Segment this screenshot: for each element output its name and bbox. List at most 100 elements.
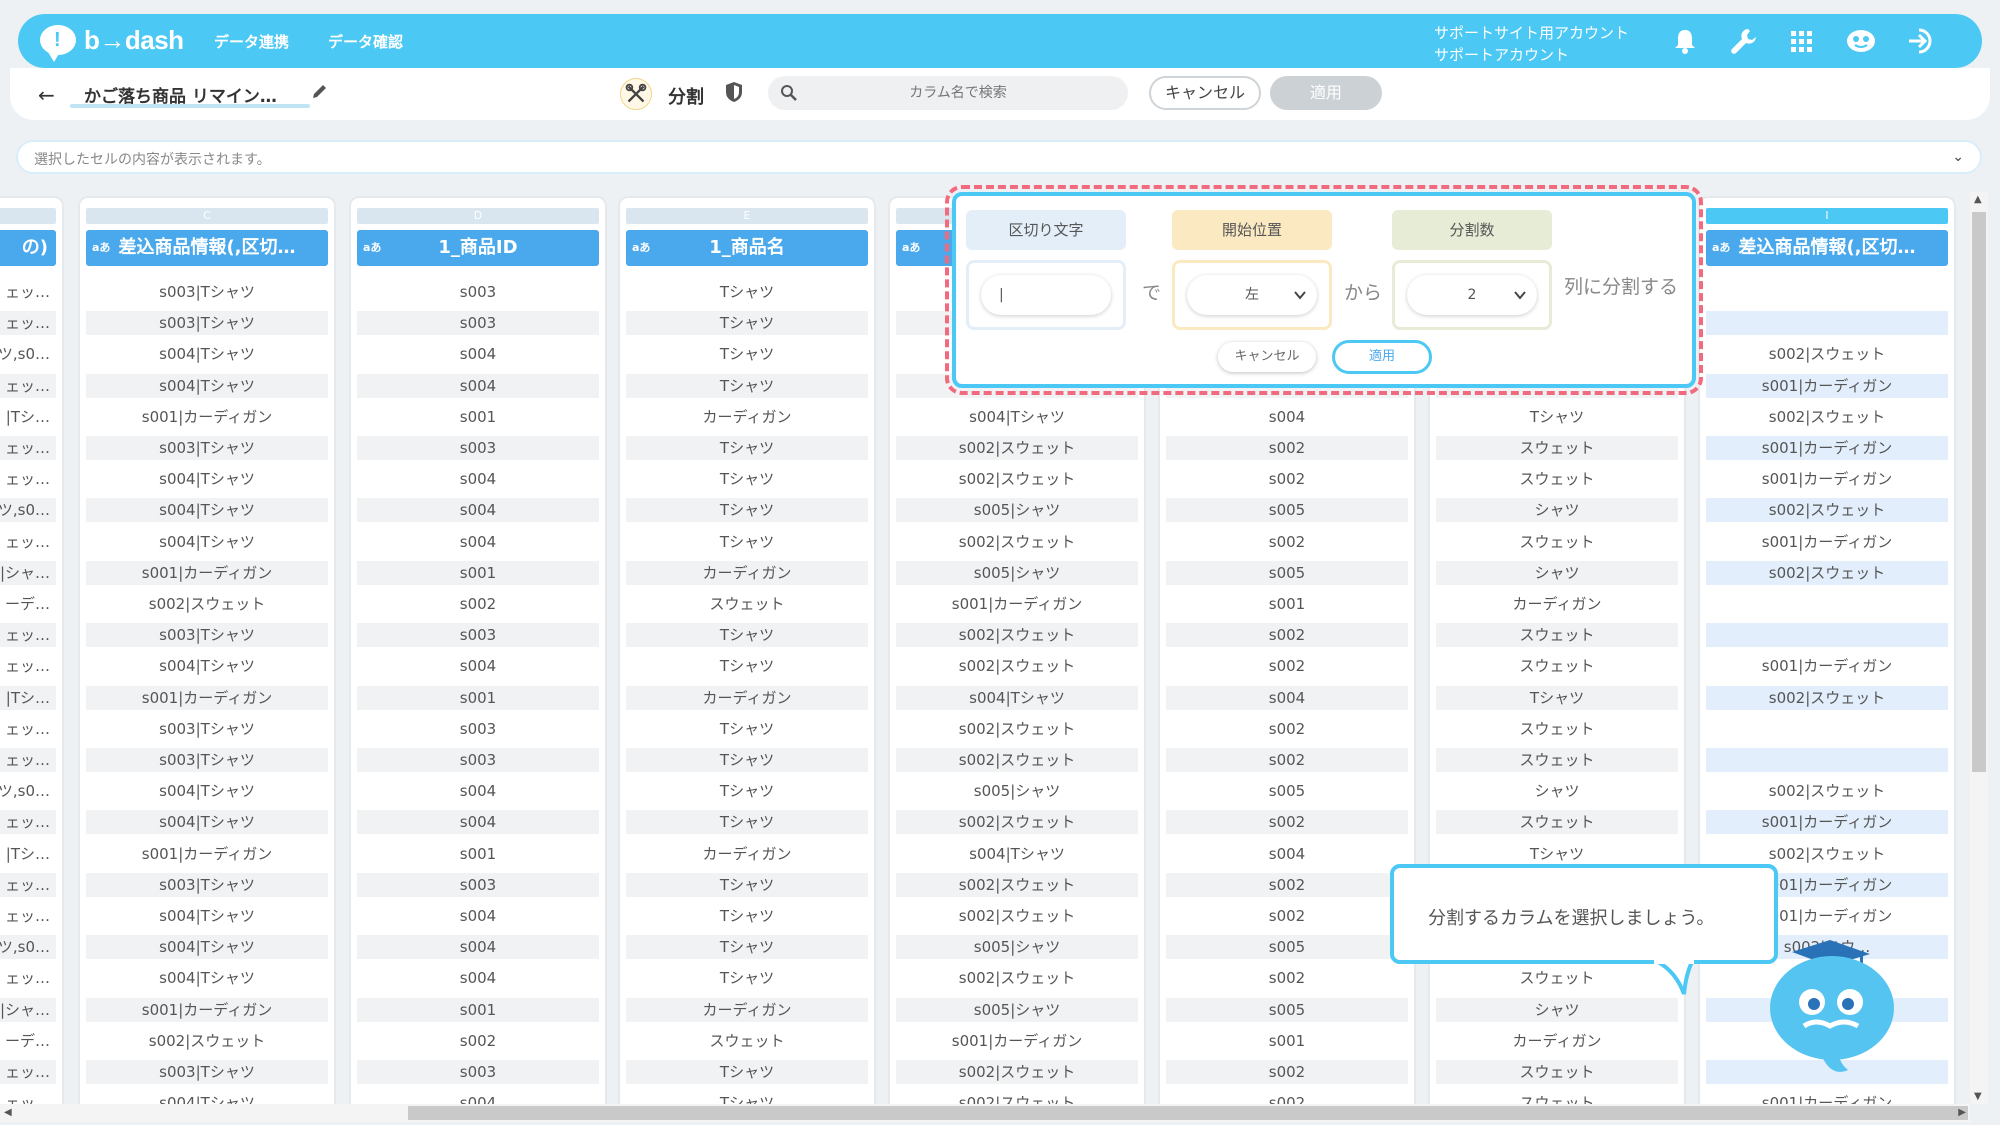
table-cell[interactable]: ーデ… xyxy=(0,1029,56,1053)
table-cell[interactable]: s004|Tシャツ xyxy=(86,373,328,398)
table-cell[interactable]: ツ,s0… xyxy=(0,342,56,366)
column-partial-left[interactable]: の) ェッ… ェッ… ツ,s0… ェッ… |Tシ… ェッ… ェッ… ツ,s0… ェッ… |シャ… ーデ… xyxy=(0,196,64,1104)
back-arrow-icon[interactable]: ← xyxy=(38,83,55,107)
table-cell[interactable]: Tシャツ xyxy=(1436,685,1678,710)
table-cell[interactable]: Tシャツ xyxy=(626,342,868,366)
table-cell[interactable]: s002 xyxy=(357,592,599,616)
nav-data-integration[interactable]: データ連携 xyxy=(214,31,289,52)
table-cell[interactable]: スウェット xyxy=(626,592,868,616)
table-cell[interactable]: ェッ… xyxy=(0,373,56,398)
table-cell[interactable]: s003|Tシャツ xyxy=(86,872,328,897)
table-cell[interactable]: ツ,s0… xyxy=(0,779,56,803)
table-cell[interactable]: s001|カーディガン xyxy=(1706,530,1948,554)
table-cell[interactable]: カーディガン xyxy=(626,405,868,429)
table-cell[interactable]: s003 xyxy=(357,623,599,648)
logout-icon[interactable] xyxy=(1904,24,1938,58)
table-cell[interactable]: s002|スウェット xyxy=(896,623,1138,648)
table-cell[interactable]: s001|カーディガン xyxy=(1706,467,1948,491)
column-header[interactable]: aあ 1_商品名 xyxy=(626,230,868,266)
table-cell[interactable]: スウェット xyxy=(1436,467,1678,491)
table-cell[interactable]: s002 xyxy=(1166,810,1408,835)
table-cell[interactable]: カーディガン xyxy=(1436,592,1678,616)
table-cell[interactable]: Tシャツ xyxy=(626,935,868,960)
table-cell[interactable]: s005|シャツ xyxy=(896,997,1138,1022)
table-cell[interactable]: ェッ… xyxy=(0,1091,56,1104)
table-cell[interactable]: s003|Tシャツ xyxy=(86,311,328,336)
table-cell[interactable]: s003 xyxy=(357,872,599,897)
table-cell[interactable]: s004|Tシャツ xyxy=(86,467,328,491)
column-letter[interactable]: E xyxy=(626,208,868,224)
table-cell[interactable]: s002 xyxy=(1166,623,1408,648)
table-cell[interactable]: |Tシ… xyxy=(0,685,56,710)
table-cell[interactable]: s004|Tシャツ xyxy=(86,935,328,960)
table-cell[interactable]: s004|Tシャツ xyxy=(86,498,328,523)
table-cell[interactable]: s004|Tシャツ xyxy=(86,342,328,366)
table-cell[interactable]: s002 xyxy=(1166,717,1408,741)
column-d[interactable]: Daあ 1_商品ID s003 s003 s004 s004 s001 s003 s004 s00… xyxy=(349,196,607,1104)
table-cell[interactable]: s001|カーディガン xyxy=(86,842,328,866)
table-cell[interactable]: ェッ… xyxy=(0,1060,56,1084)
table-cell[interactable]: s004|Tシャツ xyxy=(896,685,1138,710)
table-cell[interactable] xyxy=(1706,592,1948,616)
table-cell[interactable]: s002|スウェット xyxy=(896,810,1138,835)
chevron-down-icon[interactable]: ⌄ xyxy=(1952,149,1964,165)
table-cell[interactable] xyxy=(1706,748,1948,772)
cell-content-bar[interactable]: 選択したセルの内容が表示されます。 ⌄ xyxy=(16,140,1982,174)
table-cell[interactable]: スウェット xyxy=(1436,810,1678,835)
start-position-select[interactable]: 左 xyxy=(1187,275,1317,315)
table-cell[interactable]: Tシャツ xyxy=(626,623,868,648)
table-cell[interactable]: |シャ… xyxy=(0,997,56,1022)
table-cell[interactable]: シャツ xyxy=(1436,498,1678,523)
table-cell[interactable]: Tシャツ xyxy=(626,373,868,398)
table-cell[interactable]: s003 xyxy=(357,436,599,460)
table-cell[interactable]: s001|カーディガン xyxy=(1706,373,1948,398)
table-cell[interactable]: Tシャツ xyxy=(626,311,868,336)
table-cell[interactable]: s001|カーディガン xyxy=(86,405,328,429)
table-cell[interactable]: s004 xyxy=(357,373,599,398)
table-cell[interactable]: s004 xyxy=(357,779,599,803)
table-cell[interactable]: |Tシ… xyxy=(0,405,56,429)
table-cell[interactable]: Tシャツ xyxy=(626,498,868,523)
table-cell[interactable]: s002|スウェット xyxy=(896,530,1138,554)
table-cell[interactable]: s002|スウェット xyxy=(1706,779,1948,803)
table-cell[interactable]: ーデ… xyxy=(0,592,56,616)
table-cell[interactable]: s002|スウェット xyxy=(896,654,1138,678)
table-cell[interactable]: s003|Tシャツ xyxy=(86,436,328,460)
table-cell[interactable]: Tシャツ xyxy=(1436,842,1678,866)
table-cell[interactable]: s002|スウェット xyxy=(1706,560,1948,585)
table-cell[interactable]: Tシャツ xyxy=(626,654,868,678)
table-cell[interactable]: ツ,s0… xyxy=(0,498,56,523)
table-cell[interactable]: Tシャツ xyxy=(626,779,868,803)
table-cell[interactable]: s001|カーディガン xyxy=(896,592,1138,616)
table-cell[interactable]: s002|スウェット xyxy=(896,748,1138,772)
table-cell[interactable]: s004 xyxy=(357,467,599,491)
table-cell[interactable]: s002|スウェット xyxy=(896,1060,1138,1084)
table-cell[interactable]: s002 xyxy=(1166,748,1408,772)
column-header[interactable]: aあ 差込商品情報(,区切… xyxy=(1706,230,1948,266)
vertical-scrollbar[interactable]: ▲ ▼ xyxy=(1970,192,1988,1104)
table-cell[interactable]: s002|スウェット xyxy=(896,717,1138,741)
bdash-logo[interactable]: ! b→dash xyxy=(40,23,190,62)
table-cell[interactable]: カーディガン xyxy=(626,997,868,1022)
table-cell[interactable]: スウェット xyxy=(1436,436,1678,460)
split-cancel-button[interactable]: キャンセル xyxy=(1218,342,1316,372)
table-cell[interactable]: s002 xyxy=(1166,654,1408,678)
table-cell[interactable]: スウェット xyxy=(1436,623,1678,648)
column-header[interactable]: aあ 差込商品情報(,区切… xyxy=(86,230,328,266)
column-e[interactable]: Eaあ 1_商品名 Tシャツ Tシャツ Tシャツ Tシャツ カーディガン Tシャツ Tシャツ Tシ… xyxy=(618,196,876,1104)
table-cell[interactable]: s002|スウェット xyxy=(1706,685,1948,710)
table-cell[interactable]: s004|Tシャツ xyxy=(896,842,1138,866)
table-cell[interactable]: s003 xyxy=(357,748,599,772)
table-cell[interactable]: s001|カーディガン xyxy=(896,1029,1138,1053)
table-cell[interactable]: ツ,s0… xyxy=(0,935,56,960)
table-cell[interactable]: s004|Tシャツ xyxy=(86,1091,328,1104)
nav-data-check[interactable]: データ確認 xyxy=(328,31,403,52)
table-cell[interactable]: s005|シャツ xyxy=(896,779,1138,803)
column-header[interactable]: の) xyxy=(0,230,56,266)
table-cell[interactable]: Tシャツ xyxy=(626,436,868,460)
search-input[interactable] xyxy=(808,76,1108,110)
column-header[interactable]: aあ 1_商品ID xyxy=(357,230,599,266)
table-cell[interactable]: ェッ… xyxy=(0,623,56,648)
table-cell[interactable]: s002 xyxy=(1166,467,1408,491)
table-cell[interactable]: s001|カーディガン xyxy=(1706,810,1948,835)
